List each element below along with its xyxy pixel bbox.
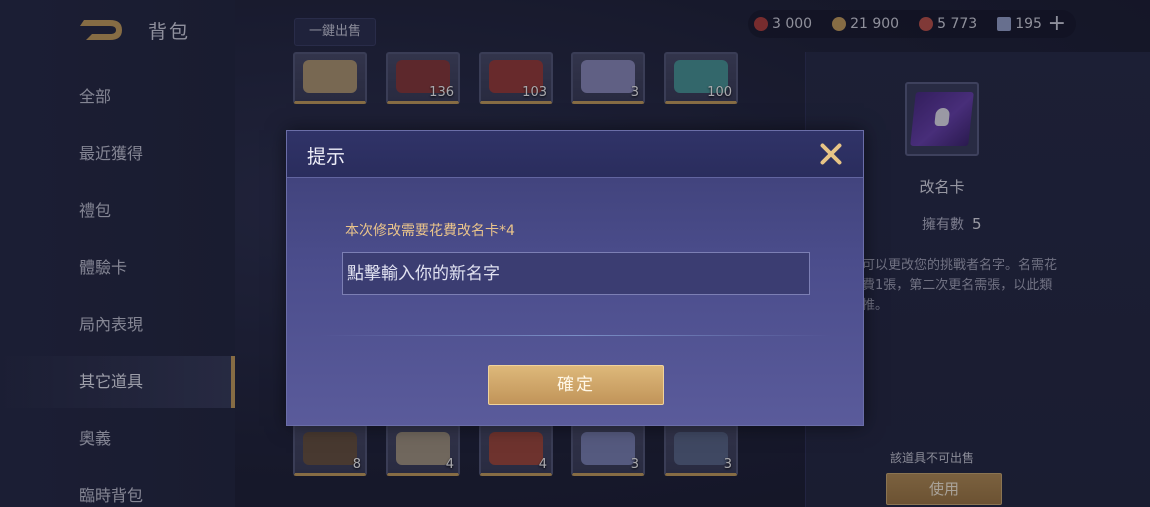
- dialog-header: 提示: [287, 131, 863, 178]
- divider: [321, 335, 831, 336]
- rename-dialog: 提示 本次修改需要花費改名卡*4 確定: [286, 130, 864, 426]
- confirm-button[interactable]: 確定: [488, 365, 664, 405]
- cost-notice: 本次修改需要花費改名卡*4: [345, 223, 515, 239]
- dialog-title: 提示: [307, 146, 346, 168]
- close-icon[interactable]: [817, 140, 845, 168]
- new-name-input[interactable]: [342, 252, 810, 295]
